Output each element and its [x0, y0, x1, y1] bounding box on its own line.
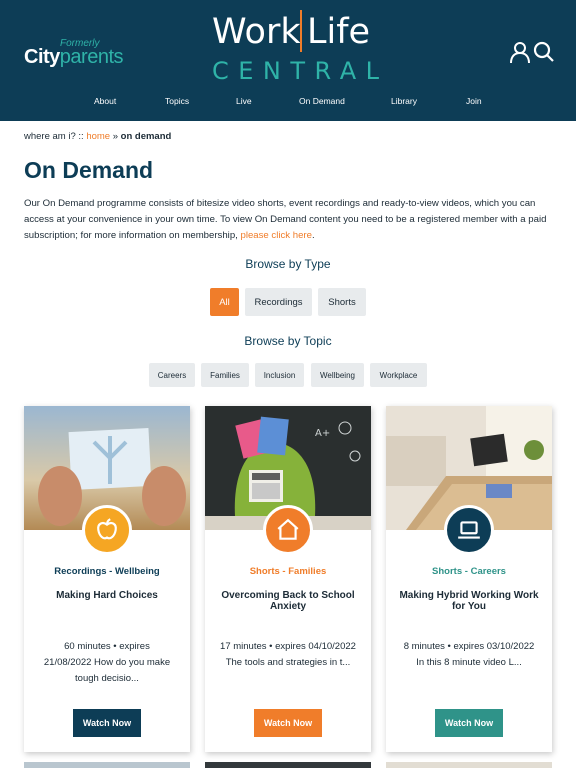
main-nav: About Topics Live On Demand Library Join	[0, 96, 576, 116]
breadcrumb: where am i? :: home » on demand	[24, 131, 172, 142]
svg-text:A+: A+	[315, 428, 330, 439]
filter-topic-inclusion[interactable]: Inclusion	[255, 363, 304, 387]
browse-type-heading: Browse by Type	[245, 257, 331, 271]
watch-now-button[interactable]: Watch Now	[73, 709, 141, 737]
laptop-icon	[444, 505, 494, 555]
card-category: Shorts - Careers	[432, 566, 506, 577]
card-title[interactable]: Making Hard Choices	[34, 590, 180, 601]
next-card-thumbnail[interactable]	[386, 762, 552, 768]
logo-divider	[300, 10, 302, 52]
watch-now-button[interactable]: Watch Now	[254, 709, 322, 737]
video-card[interactable]: Recordings - Wellbeing Making Hard Choic…	[24, 406, 190, 752]
filter-type-all[interactable]: All	[210, 288, 239, 316]
logo-word-work: Work	[212, 12, 301, 52]
site-header: Formerly Cityparents Work Life CENTRAL A…	[0, 0, 576, 121]
membership-link[interactable]: please click here	[240, 230, 311, 241]
worklife-central-logo[interactable]: Work Life CENTRAL	[212, 8, 379, 85]
video-card[interactable]: Shorts - Careers Making Hybrid Working W…	[386, 406, 552, 752]
nav-library[interactable]: Library	[391, 96, 417, 106]
logo-word-life: Life	[307, 12, 371, 52]
brand-name: Cityparents	[24, 46, 124, 68]
filter-topic-families[interactable]: Families	[201, 363, 249, 387]
house-icon	[263, 505, 313, 555]
card-category: Shorts - Families	[249, 566, 327, 577]
apple-icon	[82, 505, 132, 555]
card-meta: 17 minutes • expires 04/10/2022 The tool…	[220, 641, 356, 668]
nav-topics[interactable]: Topics	[165, 96, 189, 106]
next-card-thumbnail[interactable]	[24, 762, 190, 768]
cityparents-logo[interactable]: Formerly Cityparents	[24, 38, 134, 70]
nav-live[interactable]: Live	[236, 96, 252, 106]
breadcrumb-current: on demand	[120, 131, 172, 142]
filter-type-recordings[interactable]: Recordings	[245, 288, 312, 316]
intro-text: Our On Demand programme consists of bite…	[24, 198, 547, 241]
user-icon[interactable]	[508, 40, 532, 64]
filter-topic-careers[interactable]: Careers	[149, 363, 195, 387]
card-title[interactable]: Overcoming Back to School Anxiety	[215, 590, 361, 612]
card-category: Recordings - Wellbeing	[54, 566, 160, 577]
breadcrumb-home-link[interactable]: home	[86, 131, 110, 142]
filter-topic-workplace[interactable]: Workplace	[370, 363, 427, 387]
browse-topic-heading: Browse by Topic	[244, 334, 332, 348]
nav-join[interactable]: Join	[466, 96, 482, 106]
card-meta: 60 minutes • expires 21/08/2022 How do y…	[43, 641, 171, 684]
watch-now-button[interactable]: Watch Now	[435, 709, 503, 737]
filter-topic-wellbeing[interactable]: Wellbeing	[311, 363, 364, 387]
nav-about[interactable]: About	[94, 96, 116, 106]
card-title[interactable]: Making Hybrid Working Work for You	[396, 590, 542, 612]
next-card-thumbnail[interactable]	[205, 762, 371, 768]
nav-on-demand[interactable]: On Demand	[299, 96, 345, 106]
video-card[interactable]: A+ Shorts - Families Overcoming Back to …	[205, 406, 371, 752]
search-icon[interactable]	[532, 40, 556, 64]
page-title: On Demand	[24, 157, 154, 183]
filter-type-shorts[interactable]: Shorts	[318, 288, 366, 316]
logo-word-central: CENTRAL	[212, 57, 389, 85]
card-meta: 8 minutes • expires 03/10/2022 In this 8…	[403, 641, 535, 668]
